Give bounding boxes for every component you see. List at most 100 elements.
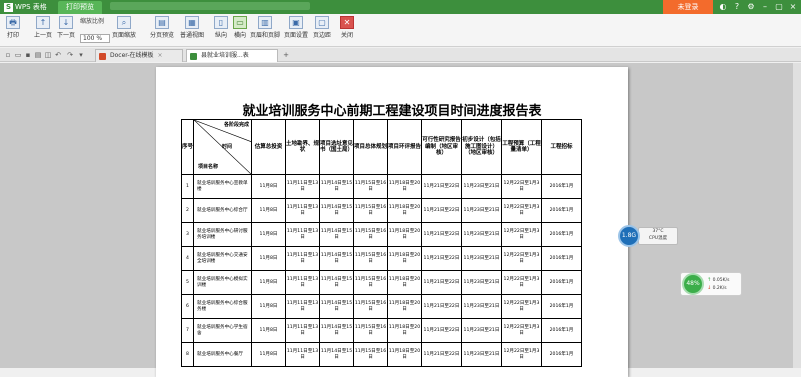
schedule-cell: 11月15日至16日 [353, 246, 388, 271]
maximize-icon[interactable]: ▢ [774, 2, 784, 12]
tab-docer-templates[interactable]: Docer-在线模板 × [95, 49, 183, 62]
print-button[interactable]: 🖶 打印 [5, 16, 21, 39]
page-setup-icon: ▣ [289, 16, 303, 29]
arrow-down-icon: ↓ [59, 16, 73, 29]
page-break-icon: ▤ [155, 16, 169, 29]
arrow-up-icon: ↑ [707, 277, 712, 283]
header-footer-icon: ▥ [258, 16, 272, 29]
upload-speed: ↑ 0.05K/s [707, 277, 730, 283]
schedule-cell: 12月22日至1月3日 [501, 174, 542, 199]
schedule-cell: 11月11日至13日 [285, 270, 320, 295]
new-icon[interactable]: ▫ [4, 51, 12, 59]
header-col: 工程预算（工程量清单） [501, 119, 542, 175]
title-search-bar[interactable] [110, 2, 310, 10]
prev-page-button[interactable]: ↑ 上一页 [32, 16, 54, 39]
new-tab-icon[interactable]: + [282, 51, 290, 59]
schedule-cell: 11月14日至15日 [319, 174, 354, 199]
schedule-cell: 11月11日至13日 [285, 246, 320, 271]
schedule-cell: 11月8日 [251, 246, 286, 271]
spreadsheet-icon [190, 53, 197, 60]
header-col: 项目总体规划 [353, 119, 388, 175]
diag-label-project: 项目名称 [198, 164, 219, 170]
table-row: 3 就业培训服务中心研讨服务培训楼 11月8日 11月11日至13日 11月14日至15… [181, 222, 582, 247]
page-zoom-button[interactable]: ⌕ 页面缩放 [112, 16, 136, 39]
network-widget[interactable]: 48% ↑ 0.05K/s ↓ 0.2K/s [680, 272, 742, 296]
margins-button[interactable]: ▢ 页边距 [311, 16, 333, 39]
login-button[interactable]: 未登录 [663, 0, 713, 14]
schedule-cell: 11月8日 [251, 294, 286, 319]
tab-close-icon[interactable]: × [158, 52, 163, 59]
tab-spreadsheet[interactable]: 县就业培训服...表表.xls× [186, 49, 278, 71]
docer-icon [99, 53, 106, 60]
table-row: 5 就业培训服务中心模拟实训楼 11月8日 11月11日至13日 11月14日至15日 1… [181, 270, 582, 295]
schedule-cell: 2016年1月 [541, 246, 582, 271]
preview-small-icon[interactable]: ◫ [44, 51, 52, 59]
schedule-cell: 11月8日 [251, 222, 286, 247]
close-preview-button[interactable]: ✕ 关闭 [339, 16, 355, 39]
schedule-cell: 11月8日 [251, 198, 286, 223]
schedule-cell: 11月15日至16日 [353, 294, 388, 319]
normal-view-button[interactable]: ▦ 普通视图 [180, 16, 204, 39]
table-body: 1 就业培训服务中心宣教单楼 11月8日 11月11日至13日 11月14日至15日 11… [181, 174, 582, 367]
settings-icon[interactable]: ⚙ [746, 2, 756, 12]
skin-icon[interactable]: ◐ [718, 2, 728, 12]
schedule-cell: 11月21日至22日 [421, 270, 462, 295]
header-col: 土地勘界、规状 [285, 119, 320, 175]
schedule-cell: 11月18日至20日 [387, 342, 422, 367]
page-setup-button[interactable]: ▣ 页面设置 [283, 16, 309, 39]
row-number: 6 [181, 294, 194, 319]
schedule-cell: 11月8日 [251, 342, 286, 367]
project-name: 就业培训服务中心研讨服务培训楼 [193, 222, 252, 247]
schedule-cell: 11月8日 [251, 270, 286, 295]
table-header-row: 序号 各阶段完成 时间 项目名称 估算总投资 土地勘界、规状 项目选址意见书（国… [181, 119, 582, 175]
vertical-scrollbar[interactable] [793, 63, 801, 368]
redo-icon[interactable]: ↷ [66, 51, 74, 59]
close-window-icon[interactable]: × [788, 2, 798, 12]
help-icon[interactable]: ? [732, 2, 742, 12]
header-col: 项目环评报告 [387, 119, 422, 175]
row-number: 8 [181, 342, 194, 367]
row-number: 2 [181, 198, 194, 223]
diag-label-time: 时间 [222, 144, 233, 150]
zoom-select[interactable]: 100 % [80, 34, 110, 43]
arrow-up-icon: ↑ [36, 16, 50, 29]
schedule-cell: 11月11日至13日 [285, 294, 320, 319]
schedule-cell: 11月18日至20日 [387, 198, 422, 223]
portrait-button[interactable]: ▯ 纵向 [213, 16, 229, 39]
schedule-cell: 11月18日至20日 [387, 294, 422, 319]
schedule-cell: 11月11日至13日 [285, 174, 320, 199]
undo-icon[interactable]: ↶ [54, 51, 62, 59]
schedule-cell: 11月11日至13日 [285, 222, 320, 247]
schedule-cell: 12月22日至1月3日 [501, 222, 542, 247]
memory-gauge: 48% [682, 273, 704, 295]
project-name: 就业培训服务中心宣教单楼 [193, 174, 252, 199]
dropdown-icon[interactable]: ▾ [77, 51, 85, 59]
next-page-button[interactable]: ↓ 下一页 [55, 16, 77, 39]
table-row: 7 就业培训服务中心学生宿舍 11月8日 11月11日至13日 11月14日至15日 11… [181, 318, 582, 343]
row-number: 3 [181, 222, 194, 247]
minimize-icon[interactable]: – [760, 2, 770, 12]
landscape-button[interactable]: ▭ 横向 [232, 16, 248, 39]
margins-icon: ▢ [315, 16, 329, 29]
preview-area: 就业培训服务中心前期工程建设项目时间进度报告表 序号 各阶段完成 时间 项目名称… [0, 63, 801, 377]
open-icon[interactable]: ▭ [14, 51, 22, 59]
print-small-icon[interactable]: ▤ [34, 51, 42, 59]
project-name: 就业培训服务中心模拟实训楼 [193, 270, 252, 295]
app-logo[interactable]: S WPS 表格 [4, 2, 47, 12]
schedule-cell: 2016年1月 [541, 222, 582, 247]
tab-print-preview[interactable]: 打印预览 [58, 1, 102, 14]
schedule-cell: 11月15日至16日 [353, 270, 388, 295]
save-icon[interactable]: ▪ [24, 51, 32, 59]
table-row: 2 就业培训服务中心综合厅 11月8日 11月11日至13日 11月14日至15日 11月… [181, 198, 582, 223]
row-number: 5 [181, 270, 194, 295]
schedule-cell: 12月22日至1月3日 [501, 342, 542, 367]
row-number: 1 [181, 174, 194, 199]
schedule-cell: 12月22日至1月3日 [501, 318, 542, 343]
schedule-cell: 2016年1月 [541, 318, 582, 343]
schedule-cell: 2016年1月 [541, 174, 582, 199]
schedule-cell: 2016年1月 [541, 270, 582, 295]
schedule-cell: 11月23日至21日 [461, 270, 502, 295]
header-footer-button[interactable]: ▥ 页眉和页脚 [250, 16, 280, 39]
page-break-preview-button[interactable]: ▤ 分页预览 [150, 16, 174, 39]
schedule-cell: 11月14日至15日 [319, 294, 354, 319]
